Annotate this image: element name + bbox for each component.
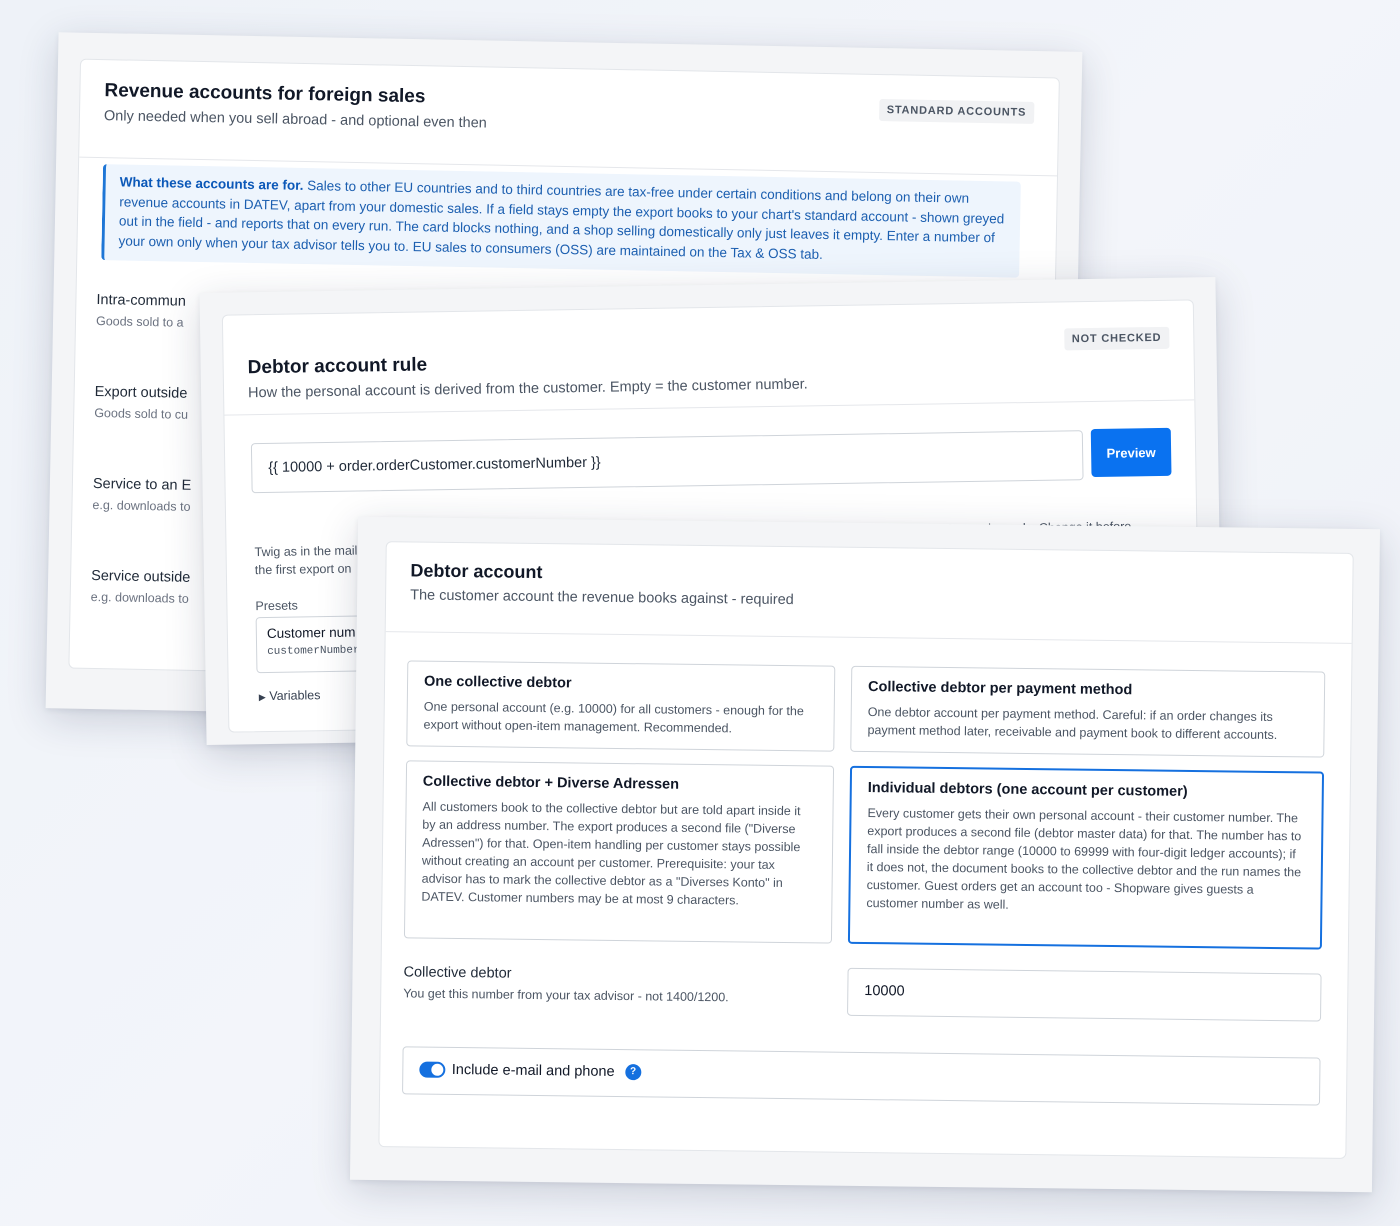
row-label-service-eu: Service to an E [92, 475, 192, 494]
collective-debtor-help: You get this number from your tax adviso… [403, 986, 729, 1005]
debtor-account-title: Debtor account [410, 560, 543, 583]
debtor-rule-header: Debtor account rule How the personal acc… [222, 300, 1195, 416]
variables-label: Variables [269, 688, 321, 703]
twig-note-line2: the first export on [254, 561, 352, 578]
debtor-account-subtitle: The customer account the revenue books a… [410, 587, 794, 609]
debtor-account-header: Debtor account The customer account the … [385, 542, 1353, 644]
option-desc: All customers book to the collective deb… [421, 799, 801, 908]
info-lead: What these accounts are for. [119, 174, 304, 193]
help-icon[interactable]: ? [624, 1063, 642, 1081]
row-help-service-eu: e.g. downloads to [92, 497, 191, 514]
option-collective-per-payment[interactable]: Collective debtor per payment method One… [850, 665, 1326, 758]
variables-toggle[interactable]: ▶ Variables [259, 688, 321, 703]
preview-button[interactable]: Preview [1090, 427, 1172, 478]
include-contact-row: Include e-mail and phone ? [402, 1046, 1321, 1106]
presets-label: Presets [255, 598, 298, 614]
foreign-sales-header: Revenue accounts for foreign sales Only … [79, 59, 1059, 177]
twig-note-line1: Twig as in the mail [254, 543, 358, 560]
include-contact-label: Include e-mail and phone [451, 1061, 615, 1080]
row-help-service-outside: e.g. downloads to [90, 589, 189, 606]
row-help-intra: Goods sold to a [95, 314, 184, 330]
row-help-export: Goods sold to cu [94, 405, 189, 422]
option-collective-diverse[interactable]: Collective debtor + Diverse Adressen All… [403, 760, 835, 944]
debtor-rule-input[interactable]: {{ 10000 + order.orderCustomer.customerN… [250, 430, 1084, 494]
option-individual-debtors[interactable]: Individual debtors (one account per cust… [847, 765, 1325, 950]
collective-debtor-input[interactable]: 10000 [847, 967, 1322, 1022]
collective-debtor-label: Collective debtor [403, 964, 512, 982]
info-callout: What these accounts are for. Sales to ot… [101, 164, 1021, 278]
not-checked-badge: NOT CHECKED [1063, 326, 1170, 351]
row-label-export: Export outside [94, 383, 188, 402]
option-title: Collective debtor + Diverse Adressen [422, 773, 680, 793]
option-desc: One personal account (e.g. 10000) for al… [423, 699, 804, 736]
standard-accounts-badge: STANDARD ACCOUNTS [878, 98, 1035, 124]
row-label-intra: Intra-commun [96, 292, 187, 310]
debtor-account-screenshot: Debtor account The customer account the … [349, 516, 1381, 1193]
include-contact-toggle[interactable] [419, 1061, 446, 1078]
option-desc: Every customer gets their own personal a… [866, 806, 1302, 912]
option-desc: One debtor account per payment method. C… [867, 705, 1278, 743]
option-title: Individual debtors (one account per cust… [867, 780, 1188, 800]
caret-right-icon: ▶ [258, 692, 266, 703]
row-label-service-outside: Service outside [90, 567, 191, 586]
option-title: One collective debtor [423, 673, 572, 692]
option-one-collective-debtor[interactable]: One collective debtor One personal accou… [406, 660, 836, 752]
option-title: Collective debtor per payment method [867, 679, 1133, 699]
debtor-account-card: Debtor account The customer account the … [378, 541, 1354, 1159]
